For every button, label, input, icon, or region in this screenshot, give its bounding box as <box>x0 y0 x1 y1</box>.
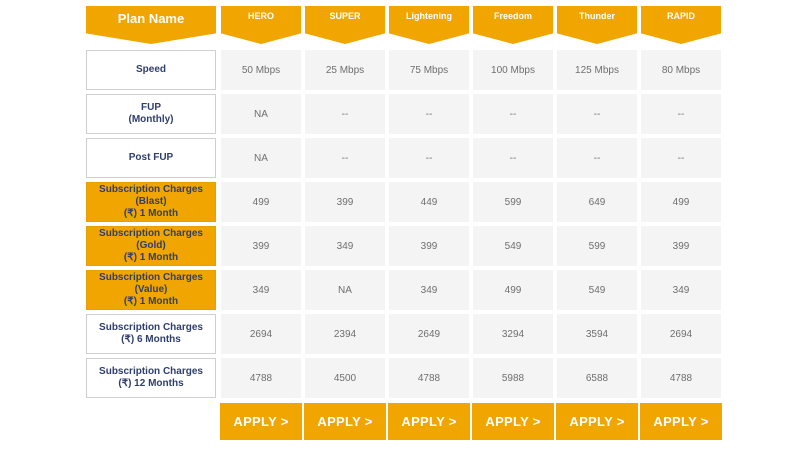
table-cell: -- <box>389 138 469 178</box>
table-cell: 599 <box>557 226 637 266</box>
apply-button-freedom[interactable]: APPLY > <box>472 403 554 440</box>
table-cell: 2394 <box>305 314 385 354</box>
table-cell: 349 <box>641 270 721 310</box>
table-cell: -- <box>641 94 721 134</box>
row-label-line: Subscription Charges <box>99 228 203 239</box>
apply-button-lightening[interactable]: APPLY > <box>388 403 470 440</box>
header-plan-thunder: Thunder <box>557 6 637 44</box>
table-cell: 25 Mbps <box>305 50 385 90</box>
row-label-line: (Value) <box>134 284 168 295</box>
table-cell: 499 <box>641 182 721 222</box>
table-cell: 349 <box>221 270 301 310</box>
table-cell: 599 <box>473 182 553 222</box>
row-label: Subscription Charges (₹) 6 Months <box>86 314 216 354</box>
row-label-line: (₹) 1 Month <box>123 252 179 263</box>
table-cell: 399 <box>305 182 385 222</box>
table-cell: 549 <box>557 270 637 310</box>
table-cell: 50 Mbps <box>221 50 301 90</box>
table-cell: 399 <box>389 226 469 266</box>
table-cell: NA <box>221 138 301 178</box>
row-label: Subscription Charges (Gold) (₹) 1 Month <box>86 226 216 266</box>
header-plan-freedom: Freedom <box>473 6 553 44</box>
table-cell: -- <box>305 94 385 134</box>
table-cell: 3594 <box>557 314 637 354</box>
table-cell: -- <box>305 138 385 178</box>
header-plan-rapid: RAPID <box>641 6 721 44</box>
table-cell: 2694 <box>641 314 721 354</box>
table-cell: 499 <box>473 270 553 310</box>
table-cell: 399 <box>641 226 721 266</box>
row-label: Post FUP <box>86 138 216 178</box>
row-label: FUP (Monthly) <box>86 94 216 134</box>
header-plan-lightening: Lightening <box>389 6 469 44</box>
row-label-line: (₹) 1 Month <box>123 296 179 307</box>
table-cell: 549 <box>473 226 553 266</box>
table-cell: 2649 <box>389 314 469 354</box>
table-cell: 6588 <box>557 358 637 398</box>
row-label-line: (₹) 6 Months <box>121 334 181 345</box>
table-cell: 80 Mbps <box>641 50 721 90</box>
table-cell: 75 Mbps <box>389 50 469 90</box>
table-cell: -- <box>389 94 469 134</box>
table-cell: 499 <box>221 182 301 222</box>
table-cell: -- <box>557 138 637 178</box>
row-label-line: Subscription Charges <box>99 366 203 377</box>
table-cell: NA <box>221 94 301 134</box>
table-cell: 5988 <box>473 358 553 398</box>
row-label-line: (₹) 12 Months <box>118 378 184 389</box>
header-plan-name: Plan Name <box>86 6 216 44</box>
table-cell: -- <box>473 138 553 178</box>
row-label-line: (Monthly) <box>128 114 174 125</box>
row-label-line: Post FUP <box>128 152 174 163</box>
row-label-line: (Gold) <box>136 240 166 251</box>
apply-button-super[interactable]: APPLY > <box>304 403 386 440</box>
row-label-line: FUP <box>141 102 161 113</box>
row-label: Subscription Charges (Blast) (₹) 1 Month <box>86 182 216 222</box>
row-label-line: Subscription Charges <box>99 272 203 283</box>
table-cell: 4788 <box>389 358 469 398</box>
apply-button-hero[interactable]: APPLY > <box>220 403 302 440</box>
table-cell: 100 Mbps <box>473 50 553 90</box>
table-cell: -- <box>473 94 553 134</box>
table-cell: 4788 <box>641 358 721 398</box>
table-cell: 3294 <box>473 314 553 354</box>
header-plan-hero: HERO <box>221 6 301 44</box>
table-cell: -- <box>557 94 637 134</box>
row-label-line: (₹) 1 Month <box>123 208 179 219</box>
row-label-line: Subscription Charges <box>99 322 203 333</box>
apply-button-thunder[interactable]: APPLY > <box>556 403 638 440</box>
table-cell: 399 <box>221 226 301 266</box>
row-label: Speed <box>86 50 216 90</box>
header-plan-super: SUPER <box>305 6 385 44</box>
apply-button-rapid[interactable]: APPLY > <box>640 403 722 440</box>
table-cell: 4788 <box>221 358 301 398</box>
table-cell: 4500 <box>305 358 385 398</box>
row-label: Subscription Charges (Value) (₹) 1 Month <box>86 270 216 310</box>
row-label: Subscription Charges (₹) 12 Months <box>86 358 216 398</box>
table-cell: 649 <box>557 182 637 222</box>
table-cell: 2694 <box>221 314 301 354</box>
table-cell: 349 <box>305 226 385 266</box>
table-cell: 449 <box>389 182 469 222</box>
row-label-line: (Blast) <box>135 196 167 207</box>
row-label-line: Subscription Charges <box>99 184 203 195</box>
row-label-line: Speed <box>135 64 166 75</box>
table-cell: -- <box>641 138 721 178</box>
table-cell: NA <box>305 270 385 310</box>
table-cell: 125 Mbps <box>557 50 637 90</box>
table-cell: 349 <box>389 270 469 310</box>
